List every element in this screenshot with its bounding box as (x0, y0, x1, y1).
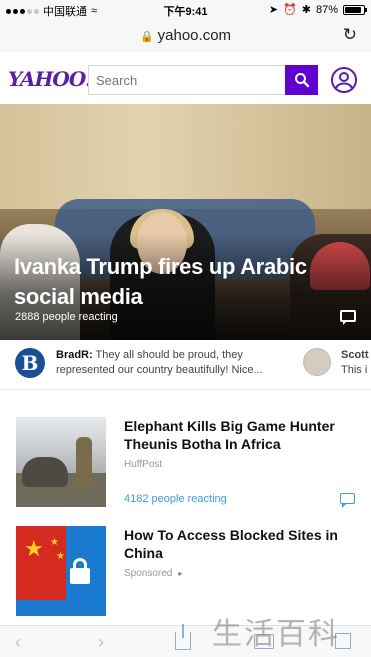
search-input[interactable] (88, 65, 286, 95)
reload-icon[interactable]: ↻ (343, 25, 357, 45)
article-title[interactable]: Elephant Kills Big Game Hunter Theunis B… (124, 417, 356, 453)
comment-icon[interactable] (340, 310, 356, 325)
article-source: HuffPost (124, 459, 163, 470)
hero-image-background (0, 104, 371, 209)
lock-icon (70, 568, 90, 584)
comment-avatar (303, 348, 331, 376)
url-domain[interactable]: yahoo.com (158, 27, 231, 44)
ad-info-icon[interactable]: ▸ (178, 569, 182, 578)
search-icon (294, 73, 309, 88)
forward-icon[interactable]: › (98, 632, 104, 653)
profile-button[interactable] (331, 67, 357, 93)
list-item[interactable]: ★ ★ ★ How To Access Blocked Sites in Chi… (0, 524, 371, 619)
article-thumbnail[interactable]: ★ ★ ★ (16, 526, 106, 616)
site-header: YAHOO! (0, 52, 371, 104)
article-reacting-count: 4182 people reacting (124, 493, 227, 505)
status-bar: 中国联通 ≈ 下午9:41 ➤ ⏰ ✱ 87% (0, 0, 371, 20)
hero-headline[interactable]: Ivanka Trump fires up Arabic social medi… (14, 252, 354, 312)
lock-icon: 🔒 (139, 31, 154, 43)
comment-item[interactable]: Scott This i (341, 348, 371, 378)
battery-icon (343, 4, 367, 15)
bluetooth-icon: ✱ (301, 4, 311, 16)
comment-author: BradR: (56, 349, 93, 361)
share-icon[interactable] (175, 624, 191, 650)
article-thumbnail[interactable] (16, 417, 106, 507)
hero-story[interactable]: Ivanka Trump fires up Arabic social medi… (0, 104, 371, 340)
hero-reacting-count: 2888 people reacting (15, 311, 118, 323)
comment-item[interactable]: BradR: They all should be proud, they re… (56, 348, 292, 378)
url-bar[interactable]: 🔒 yahoo.com ↻ (0, 20, 371, 52)
watermark-logo: 生活百科 (212, 617, 340, 652)
comment-text: This i (341, 364, 368, 376)
status-right-group: ➤ ⏰ ✱ 87% (268, 3, 367, 16)
back-icon[interactable]: ‹ (15, 632, 21, 653)
comment-avatar: B (15, 348, 45, 378)
url-domain-group[interactable]: 🔒 yahoo.com (0, 27, 371, 44)
article-title[interactable]: How To Access Blocked Sites in China (124, 526, 356, 562)
location-icon: ➤ (268, 4, 279, 16)
sponsored-label: Sponsored (124, 568, 173, 579)
comments-carousel[interactable]: B BradR: They all should be proud, they … (0, 340, 371, 390)
comment-icon[interactable] (340, 493, 355, 508)
article-source: Sponsored ▸ (124, 568, 182, 579)
yahoo-logo[interactable]: YAHOO! (8, 67, 94, 91)
battery-percent: 87% (315, 3, 338, 16)
user-icon (335, 72, 353, 89)
alarm-icon: ⏰ (283, 4, 297, 16)
comment-author: Scott (341, 349, 369, 361)
list-item[interactable]: Elephant Kills Big Game Hunter Theunis B… (0, 415, 371, 510)
search-button[interactable] (285, 65, 318, 95)
